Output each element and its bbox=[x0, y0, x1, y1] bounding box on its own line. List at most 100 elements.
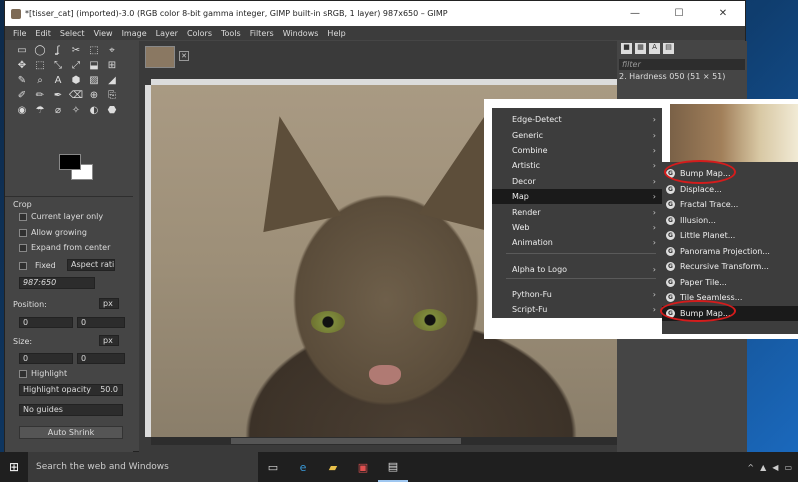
tool-button-icon[interactable]: ✏ bbox=[31, 90, 49, 105]
scrollbar-thumb[interactable] bbox=[231, 438, 461, 444]
close-button[interactable]: ✕ bbox=[701, 8, 745, 19]
fonts-tab-icon[interactable]: A bbox=[649, 43, 660, 54]
tool-button-icon[interactable]: ⊞ bbox=[103, 60, 121, 75]
tool-button-icon[interactable]: ⌫ bbox=[67, 90, 85, 105]
menu-tools[interactable]: Tools bbox=[221, 29, 241, 38]
tool-button-icon[interactable]: ☂ bbox=[31, 105, 49, 120]
patterns-tab-icon[interactable]: ▦ bbox=[635, 43, 646, 54]
tool-button-icon[interactable]: ⬣ bbox=[103, 105, 121, 120]
tool-button-icon[interactable]: ▨ bbox=[85, 75, 103, 90]
allow-growing-checkbox[interactable] bbox=[19, 229, 27, 237]
submenu-item[interactable]: G Illusion... bbox=[662, 213, 798, 228]
task-view-icon[interactable]: ▭ bbox=[258, 452, 288, 482]
minimize-button[interactable]: — bbox=[613, 8, 657, 19]
tool-button-icon[interactable]: ⤢ bbox=[67, 60, 85, 75]
highlight-opacity-slider[interactable]: Highlight opacity 50.0 bbox=[19, 384, 123, 396]
filter-input[interactable]: filter bbox=[619, 59, 745, 70]
tool-button-icon[interactable]: ⬚ bbox=[31, 60, 49, 75]
tool-button-icon[interactable]: ⎘ bbox=[103, 90, 121, 105]
size-y-input[interactable]: 0 bbox=[77, 353, 125, 364]
tool-button-icon[interactable]: ◐ bbox=[85, 105, 103, 120]
menu-item-alpha-to-logo[interactable]: Alpha to Logo › bbox=[492, 262, 662, 277]
tool-button-icon[interactable]: ✐ bbox=[13, 90, 31, 105]
notifications-icon[interactable]: ▭ bbox=[784, 463, 792, 472]
edge-icon[interactable]: e bbox=[288, 452, 318, 482]
tool-button-icon[interactable]: ⬓ bbox=[85, 60, 103, 75]
submenu-item[interactable]: G Displace... bbox=[662, 182, 798, 197]
image-tab-thumbnail[interactable] bbox=[145, 46, 175, 68]
chevron-up-icon[interactable]: ^ bbox=[747, 463, 754, 472]
menu-item-combine[interactable]: Combine › bbox=[492, 143, 662, 158]
submenu-item[interactable]: G Paper Tile... bbox=[662, 275, 798, 290]
maximize-button[interactable]: ☐ bbox=[657, 8, 701, 19]
menu-layer[interactable]: Layer bbox=[156, 29, 178, 38]
tool-button-icon[interactable]: ⬢ bbox=[67, 75, 85, 90]
brushes-tab-icon[interactable]: ■ bbox=[621, 43, 632, 54]
store-icon[interactable]: ▣ bbox=[348, 452, 378, 482]
aspect-ratio-select[interactable]: Aspect ratio bbox=[67, 259, 115, 271]
tool-button-icon[interactable]: ⌖ bbox=[103, 45, 121, 60]
horizontal-scrollbar[interactable] bbox=[151, 437, 617, 445]
tool-button-icon[interactable]: ⌕ bbox=[31, 75, 49, 90]
submenu-item[interactable]: G Fractal Trace... bbox=[662, 197, 798, 212]
tool-button-icon[interactable]: A bbox=[49, 75, 67, 90]
menu-select[interactable]: Select bbox=[60, 29, 85, 38]
submenu-item[interactable]: G Recursive Transform... bbox=[662, 259, 798, 274]
submenu-item[interactable]: G Little Planet... bbox=[662, 228, 798, 243]
start-button[interactable]: ⊞ bbox=[0, 452, 28, 482]
tool-button-icon[interactable]: ✒ bbox=[49, 90, 67, 105]
tool-button-icon[interactable]: ✂ bbox=[67, 45, 85, 60]
menu-item-map[interactable]: Map › bbox=[492, 189, 662, 204]
menu-item-python-fu[interactable]: Python-Fu › bbox=[492, 287, 662, 302]
tool-button-icon[interactable]: ◢ bbox=[103, 75, 121, 90]
tool-button-icon[interactable]: ✎ bbox=[13, 75, 31, 90]
guides-select[interactable]: No guides bbox=[19, 404, 123, 416]
tool-button-icon[interactable]: ʆ bbox=[49, 45, 67, 60]
position-y-input[interactable]: 0 bbox=[77, 317, 125, 328]
tool-button-icon[interactable]: ✧ bbox=[67, 105, 85, 120]
menu-filters[interactable]: Filters bbox=[250, 29, 274, 38]
highlight-checkbox[interactable] bbox=[19, 370, 27, 378]
position-unit-select[interactable]: px bbox=[99, 298, 119, 309]
size-unit-select[interactable]: px bbox=[99, 335, 119, 346]
menu-file[interactable]: File bbox=[13, 29, 26, 38]
position-x-input[interactable]: 0 bbox=[19, 317, 73, 328]
current-layer-only-checkbox[interactable] bbox=[19, 213, 27, 221]
menu-windows[interactable]: Windows bbox=[283, 29, 319, 38]
menu-help[interactable]: Help bbox=[327, 29, 345, 38]
fixed-checkbox[interactable] bbox=[19, 262, 27, 270]
tool-button-icon[interactable]: ⌀ bbox=[49, 105, 67, 120]
volume-icon[interactable]: ◀ bbox=[772, 463, 778, 472]
menu-item-animation[interactable]: Animation › bbox=[492, 235, 662, 250]
file-explorer-icon[interactable]: ▰ bbox=[318, 452, 348, 482]
close-icon[interactable]: ✕ bbox=[179, 51, 189, 61]
tool-button-icon[interactable]: ✥ bbox=[13, 60, 31, 75]
menu-item-web[interactable]: Web › bbox=[492, 220, 662, 235]
menu-edit[interactable]: Edit bbox=[35, 29, 51, 38]
tool-button-icon[interactable]: ⬚ bbox=[85, 45, 103, 60]
tool-button-icon[interactable]: ◉ bbox=[13, 105, 31, 120]
expand-from-center-checkbox[interactable] bbox=[19, 244, 27, 252]
menu-view[interactable]: View bbox=[94, 29, 113, 38]
foreground-color-swatch[interactable] bbox=[59, 154, 81, 170]
document-history-tab-icon[interactable]: ▤ bbox=[663, 43, 674, 54]
menu-item-script-fu[interactable]: Script-Fu › bbox=[492, 302, 662, 317]
network-icon[interactable]: ▲ bbox=[760, 463, 766, 472]
tool-button-icon[interactable]: ⤡ bbox=[49, 60, 67, 75]
menu-item-edge-detect[interactable]: Edge-Detect › bbox=[492, 112, 662, 127]
submenu-item[interactable]: G Panorama Projection... bbox=[662, 244, 798, 259]
menu-item-generic[interactable]: Generic › bbox=[492, 128, 662, 143]
gimp-taskbar-icon[interactable]: ▤ bbox=[378, 452, 408, 482]
size-x-input[interactable]: 0 bbox=[19, 353, 73, 364]
auto-shrink-button[interactable]: Auto Shrink bbox=[19, 426, 123, 439]
menu-item-render[interactable]: Render › bbox=[492, 205, 662, 220]
menu-item-artistic[interactable]: Artistic › bbox=[492, 158, 662, 173]
menu-image[interactable]: Image bbox=[122, 29, 147, 38]
tool-button-icon[interactable]: ◯ bbox=[31, 45, 49, 60]
taskbar-search[interactable]: Search the web and Windows bbox=[28, 452, 258, 482]
menu-item-decor[interactable]: Decor › bbox=[492, 174, 662, 189]
tool-button-icon[interactable]: ⊕ bbox=[85, 90, 103, 105]
menu-colors[interactable]: Colors bbox=[187, 29, 212, 38]
tool-button-icon[interactable]: ▭ bbox=[13, 45, 31, 60]
ratio-value-input[interactable]: 987:650 bbox=[19, 277, 95, 289]
